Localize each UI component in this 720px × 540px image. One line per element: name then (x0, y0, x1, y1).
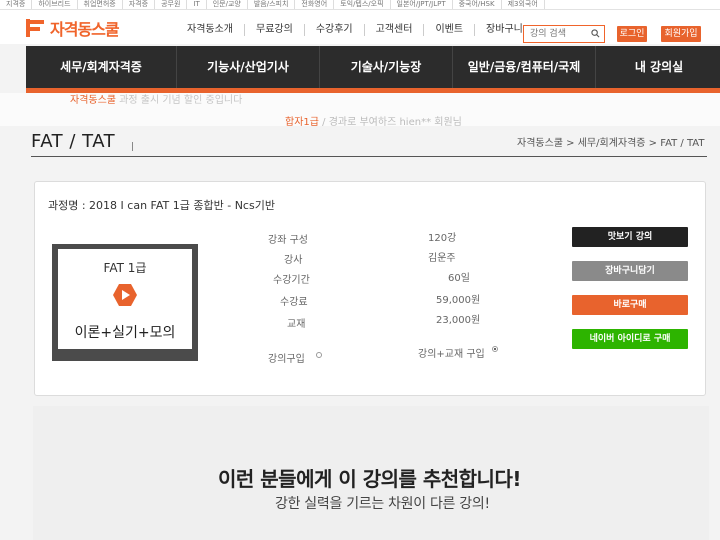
main-nav-tax-accounting[interactable]: 세무/회계자격증 (26, 46, 177, 88)
recommend-title: 이런 분들에게 이 강의를 추천합니다! (218, 467, 521, 491)
top-link-strip: 지격증 하이브리드 취업면허증 자격증 공무원 IT 인문/교양 발음/스피치 … (0, 0, 720, 10)
option-lecture-label: 강의구입 (268, 354, 305, 365)
recommend-subtitle: 강한 실력을 기르는 차원이 다른 강의! (275, 496, 490, 512)
naver-purchase-button[interactable]: 네이버 아이디로 구매 (572, 329, 688, 349)
course-thumbnail: FAT 1급 이론+실기+모의 (52, 244, 198, 361)
top-link[interactable]: 제3외국어 (502, 0, 545, 9)
play-icon (113, 284, 137, 306)
top-link[interactable]: 토익/텝스/오픽 (334, 0, 391, 9)
login-button[interactable]: 로그인 (617, 26, 647, 42)
header-nav-reviews[interactable]: 수강후기 (303, 24, 364, 36)
main-nav-engineer[interactable]: 기술사/기능장 (320, 46, 453, 88)
info-label-fee: 수강료 (280, 297, 308, 308)
signup-button[interactable]: 회원가입 (661, 26, 701, 42)
top-link[interactable]: 전화영어 (295, 0, 335, 9)
info-value-instructor: 김운주 (428, 253, 456, 264)
search-icon[interactable] (591, 29, 600, 38)
top-link[interactable]: 일본어/JPT/JLPT (391, 0, 453, 9)
top-link[interactable]: 취업면허증 (78, 0, 123, 9)
thumbnail-title: FAT 1급 (103, 261, 147, 275)
logo-text: 자격동스쿨 (50, 20, 120, 39)
title-rule (31, 156, 707, 157)
info-label-composition: 강좌 구성 (268, 235, 308, 246)
thumbnail-subtitle: 이론+실기+모의 (74, 325, 176, 341)
top-link[interactable]: 중국어/HSK (453, 0, 502, 9)
top-link[interactable]: 발음/스피치 (248, 0, 296, 9)
page-title: FAT / TAT (31, 131, 116, 152)
banner-line-1: 자격동스쿨 과정 출시 기념 할인 중입니다 (70, 95, 243, 106)
info-value-textbook: 23,000원 (436, 315, 481, 326)
info-label-period: 수강기간 (273, 275, 310, 286)
top-link[interactable]: 자격증 (123, 0, 156, 9)
preview-lecture-button[interactable]: 맛보기 강의 (572, 227, 688, 247)
breadcrumb: 자격동스쿨 > 세무/회계자격증 > FAT / TAT (517, 138, 705, 149)
top-link[interactable]: 지격증 (0, 0, 33, 9)
header-nav-events[interactable]: 이벤트 (423, 24, 474, 36)
header-nav-free-lectures[interactable]: 무료강의 (244, 24, 304, 36)
header-nav-support[interactable]: 고객센터 (363, 24, 424, 36)
top-link[interactable]: 인문/교양 (207, 0, 248, 9)
top-link[interactable]: 공무원 (155, 0, 188, 9)
buy-now-button[interactable]: 바로구매 (572, 295, 688, 315)
info-value-composition: 120강 (428, 233, 457, 244)
course-name: 과정명 : 2018 I can FAT 1급 종합반 - Ncs기반 (48, 199, 275, 212)
search-input[interactable] (530, 28, 588, 40)
top-link[interactable]: 하이브리드 (32, 0, 78, 9)
add-to-cart-button[interactable]: 장바구니담기 (572, 261, 688, 281)
notice-banner: 자격동스쿨 과정 출시 기념 할인 중입니다 합자1급 / 경과로 부여하즈 h… (0, 93, 720, 126)
site-logo[interactable]: 자격동스쿨 (26, 16, 120, 40)
site-header: 자격동스쿨 자격동소개 무료강의 수강후기 고객센터 이벤트 장바구니 로그인 … (0, 10, 720, 44)
header-nav-about[interactable]: 자격동소개 (176, 24, 244, 36)
top-link[interactable]: IT (187, 0, 207, 9)
info-value-period: 60일 (448, 273, 470, 284)
banner-line-2: 합자1급 / 경과로 부여하즈 hien** 회원님 (285, 117, 462, 126)
logo-flag-icon (26, 19, 46, 37)
title-divider (132, 142, 133, 151)
info-value-fee: 59,000원 (436, 295, 481, 306)
thumbnail-screen: FAT 1급 이론+실기+모의 (58, 249, 192, 349)
info-label-instructor: 강사 (284, 255, 303, 266)
main-nav-general[interactable]: 일반/금융/컴퓨터/국제 (453, 46, 596, 88)
info-label-textbook: 교재 (287, 319, 306, 330)
main-nav-my-classroom[interactable]: 내 강의실 (596, 46, 720, 88)
main-nav-technician[interactable]: 기능사/산업기사 (177, 46, 320, 88)
search-box (523, 25, 605, 43)
header-nav: 자격동소개 무료강의 수강후기 고객센터 이벤트 장바구니 (176, 24, 534, 36)
option-bundle-label: 강의+교재 구입 (418, 349, 485, 360)
option-lecture-radio[interactable] (316, 352, 322, 358)
option-bundle-radio[interactable] (492, 346, 498, 352)
main-nav: 세무/회계자격증 기능사/산업기사 기술사/기능장 일반/금융/컴퓨터/국제 내… (26, 46, 720, 88)
